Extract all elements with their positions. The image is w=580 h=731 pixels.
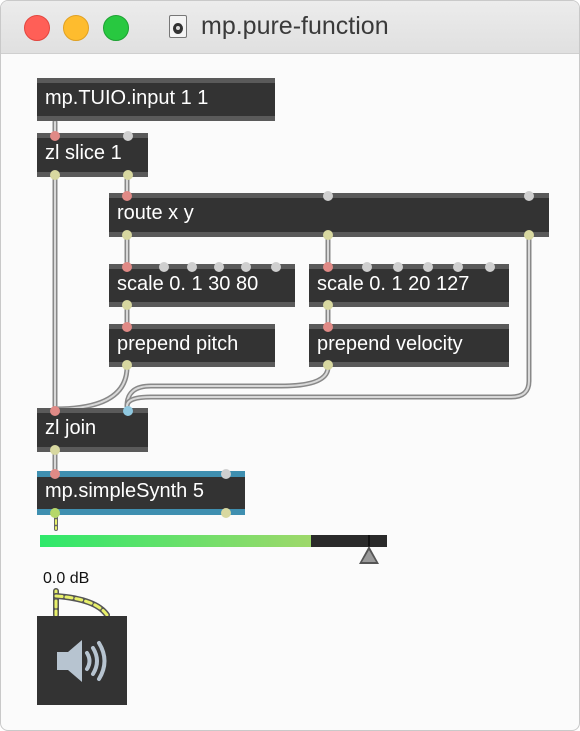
inlet-port[interactable] xyxy=(323,262,333,272)
inlet-port[interactable] xyxy=(241,262,251,272)
outlet-port[interactable] xyxy=(221,508,231,518)
inlet-port[interactable] xyxy=(214,262,224,272)
zl-join-label: zl join xyxy=(45,417,97,439)
audio-output-toggle[interactable] xyxy=(37,616,127,705)
prepend-pitch-label: prepend pitch xyxy=(117,333,239,355)
inlet-port[interactable] xyxy=(271,262,281,272)
zl-slice-object[interactable]: zl slice 1 xyxy=(37,131,148,180)
inlet-port[interactable] xyxy=(50,406,60,416)
simple-synth-object[interactable]: mp.simpleSynth 5 xyxy=(37,469,245,518)
inlet-port[interactable] xyxy=(362,262,372,272)
inlet-port[interactable] xyxy=(159,262,169,272)
inlet-port[interactable] xyxy=(122,322,132,332)
zl-slice-label: zl slice 1 xyxy=(45,142,122,164)
tuio-input-label: mp.TUIO.input 1 1 xyxy=(45,87,209,109)
outlet-port[interactable] xyxy=(122,230,132,240)
cord-prepend-pitch-join xyxy=(52,364,130,412)
outlet-port[interactable] xyxy=(122,360,132,370)
outlet-port[interactable] xyxy=(524,230,534,240)
outlet-port[interactable] xyxy=(122,300,132,310)
outlet-port[interactable] xyxy=(50,445,60,455)
patcher-window: mp.pure-function mp.TUIO.input 1 1 zl sl… xyxy=(0,0,580,731)
speaker-volume-icon xyxy=(57,640,107,682)
inlet-port[interactable] xyxy=(323,322,333,332)
outlet-port[interactable] xyxy=(323,300,333,310)
level-meter-fill xyxy=(40,535,311,547)
outlet-port[interactable] xyxy=(323,230,333,240)
inlet-port[interactable] xyxy=(123,131,133,141)
scale-pitch-label: scale 0. 1 30 80 xyxy=(117,273,259,295)
route-label: route x y xyxy=(117,202,194,224)
outlet-port[interactable] xyxy=(123,170,133,180)
inlet-port[interactable] xyxy=(485,262,495,272)
inlet-port[interactable] xyxy=(393,262,403,272)
gain-value-label: 0.0 dB xyxy=(43,570,90,587)
inlet-port[interactable] xyxy=(323,191,333,201)
scale-pitch-object[interactable]: scale 0. 1 30 80 xyxy=(109,262,295,310)
zl-join-object[interactable]: zl join xyxy=(37,406,148,455)
inlet-port[interactable] xyxy=(423,262,433,272)
gain-slider-thumb-inner xyxy=(362,550,376,562)
scale-velocity-label: scale 0. 1 20 127 xyxy=(317,273,470,295)
inlet-port[interactable] xyxy=(524,191,534,201)
prepend-velocity-object[interactable]: prepend velocity xyxy=(309,322,509,370)
route-object[interactable]: route x y xyxy=(109,191,549,240)
outlet-port[interactable] xyxy=(323,360,333,370)
inlet-port[interactable] xyxy=(221,469,231,479)
inlet-port[interactable] xyxy=(123,406,133,416)
prepend-velocity-label: prepend velocity xyxy=(317,333,463,355)
inlet-port[interactable] xyxy=(50,469,60,479)
scale-velocity-object[interactable]: scale 0. 1 20 127 xyxy=(309,262,509,310)
inlet-port[interactable] xyxy=(122,191,132,201)
gain-slider[interactable] xyxy=(40,535,387,547)
signal-outlet-port[interactable] xyxy=(50,508,60,518)
outlet-port[interactable] xyxy=(50,170,60,180)
simple-synth-label: mp.simpleSynth 5 xyxy=(45,480,204,502)
prepend-pitch-object[interactable]: prepend pitch xyxy=(109,322,275,370)
inlet-port[interactable] xyxy=(453,262,463,272)
inlet-port[interactable] xyxy=(122,262,132,272)
tuio-input-object[interactable]: mp.TUIO.input 1 1 xyxy=(37,78,275,121)
inlet-port[interactable] xyxy=(50,131,60,141)
inlet-port[interactable] xyxy=(187,262,197,272)
